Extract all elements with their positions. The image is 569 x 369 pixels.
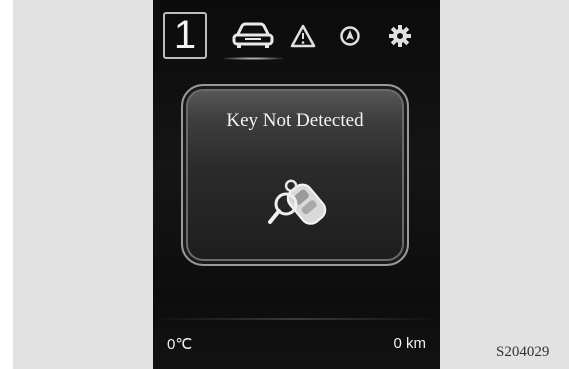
outside-temperature: 0℃ [167,336,193,353]
message-title: Key Not Detected [226,110,364,131]
active-tab-indicator [223,57,283,60]
settings-gear-icon[interactable] [388,24,412,48]
smart-key-search-icon [268,179,327,225]
trip-distance: 0 km [393,335,426,352]
figure-id: S204029 [496,344,550,360]
gear-indicator: 1 [163,12,207,59]
message-card: Key Not Detected [181,84,409,266]
car-icon[interactable] [231,20,275,50]
warning-triangle-icon[interactable] [290,24,316,48]
navigation-compass-icon[interactable] [339,25,361,47]
instrument-cluster-display: 1 Key Not Detected 0℃ 0 km [153,0,440,369]
